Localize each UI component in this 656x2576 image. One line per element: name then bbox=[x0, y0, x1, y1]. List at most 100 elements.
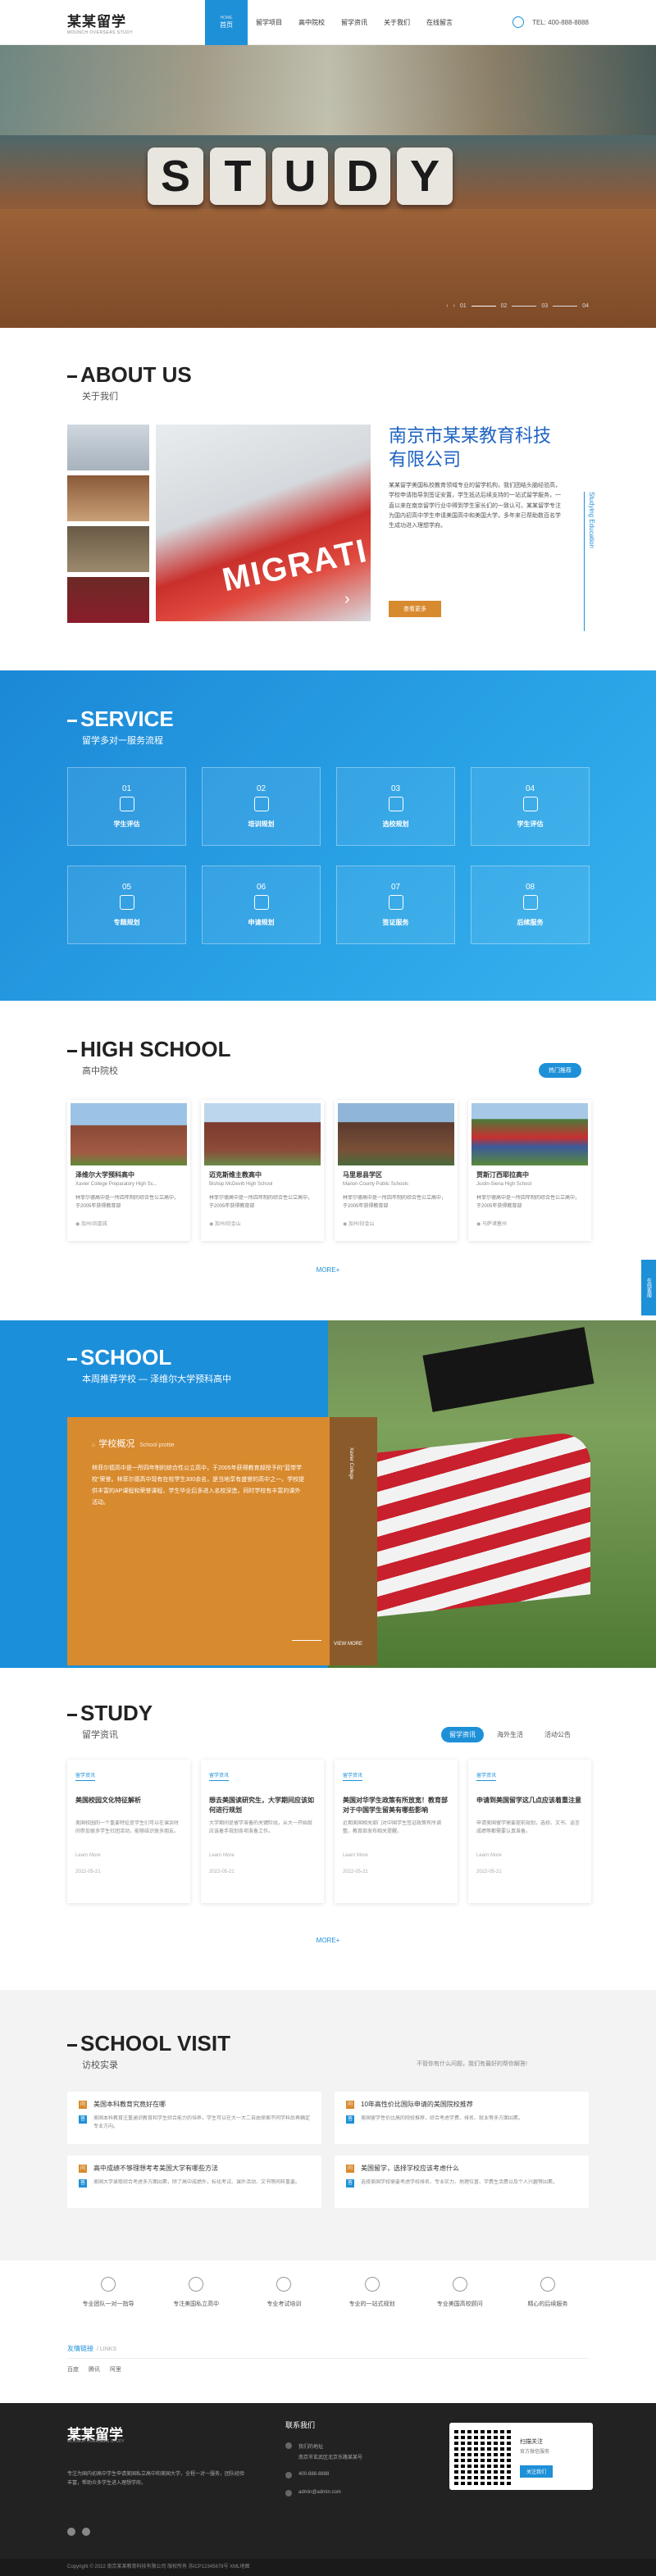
migration-stamp-image: MIGRATI bbox=[219, 532, 371, 599]
feature-label: 专业团队一对一指导 bbox=[82, 2301, 134, 2307]
contact-email-row: admin@admin.com bbox=[285, 2490, 362, 2496]
qr-title: 扫描关注 bbox=[520, 2439, 543, 2445]
service-title-cn: 留学多对一服务流程 bbox=[82, 736, 163, 746]
visit-title-en: SCHOOL VISIT bbox=[67, 2031, 230, 2056]
answer-badge: 答 bbox=[346, 2115, 354, 2124]
news-list: 留学资讯 美国校园文化特征解析 美国校园的一个重要特征是学生们可以在课余时间参加… bbox=[67, 1760, 591, 1903]
slider-dot[interactable]: 02 bbox=[501, 303, 508, 309]
qr-code-pattern bbox=[454, 2428, 512, 2485]
online-service-tab[interactable]: 在线客服 bbox=[641, 1260, 656, 1315]
service-item[interactable]: 02 培训规划 bbox=[202, 767, 321, 846]
visit-card[interactable]: 问美国本科教育究竟好在哪 答美国本科教育注重通识教育和学生综合能力的培养，学生可… bbox=[67, 2092, 321, 2144]
wechat-icon[interactable] bbox=[82, 2528, 90, 2536]
slider-pagination: ‹ › 01 02 03 04 bbox=[441, 303, 589, 309]
school-location-text: 加州/旧金山 bbox=[214, 1222, 241, 1227]
search-icon[interactable] bbox=[512, 16, 525, 28]
application-icon bbox=[253, 895, 269, 910]
feature-item: 专业考试培训 bbox=[243, 2277, 325, 2308]
highschool-card[interactable]: 迈克斯维主教高中 Bishop McDevitt High School 林菲尔… bbox=[201, 1100, 324, 1241]
school-profile-desc: 林菲尔德高中是一所四年制的综合性公立高中，于2005年获得教育部授予的"蓝带学校… bbox=[92, 1465, 305, 1506]
hot-recommend-button[interactable]: 热门推荐 bbox=[539, 1063, 581, 1078]
news-desc: 申请美国留学需要提前规划，选校、文书、语言成绩等都需要认真准备。 bbox=[476, 1821, 581, 1834]
follow-button[interactable]: 关注我们 bbox=[520, 2465, 554, 2478]
visit-card[interactable]: 问 10年高性价比国际申请的美国院校推荐 答 美国留学性价比高的院校推荐，综合考虑学… bbox=[335, 2092, 589, 2144]
header: 某某留学 MOUNCH OVERSEAS STUDY HOME 首页 留学项目 高… bbox=[0, 0, 656, 45]
service-item[interactable]: 03 选校规划 bbox=[336, 767, 455, 846]
visit-question-row: 问高中成绩不够理想考考美国大学有哪些方法 bbox=[79, 2164, 310, 2173]
weibo-icon[interactable] bbox=[67, 2528, 75, 2536]
service-item[interactable]: 06 申请规划 bbox=[202, 865, 321, 944]
view-more-button[interactable]: VIEW MORE bbox=[334, 1642, 362, 1647]
news-more-link[interactable]: Learn More bbox=[476, 1853, 583, 1858]
nav-highschool[interactable]: 高中院校 bbox=[290, 0, 333, 45]
news-card[interactable]: 留学资讯 美国对华学生政策有所放宽！教育部对于中国学生留美有哪些影响 近期美国相… bbox=[335, 1760, 458, 1903]
friend-link[interactable]: 百度 bbox=[67, 2365, 79, 2374]
nav-about[interactable]: 关于我们 bbox=[376, 0, 418, 45]
school-visit-section: SCHOOL VISIT 访校实录 不管你有什么问题，我们有最好的帮你解答! 问… bbox=[0, 1990, 656, 2260]
slider-prev-icon[interactable]: ‹ bbox=[446, 303, 448, 309]
slider-dot[interactable]: 04 bbox=[582, 303, 589, 309]
news-title: 申请到美国留学这几点应该着重注意 bbox=[476, 1797, 581, 1804]
tab-events[interactable]: 活动公告 bbox=[536, 1727, 579, 1742]
die-letter: S bbox=[148, 148, 203, 205]
question-badge: 问 bbox=[79, 2100, 87, 2109]
news-desc: 近期美国相关部门对中国学生签证政策有所调整，教育部发布相关提醒。 bbox=[343, 1821, 442, 1834]
document-icon bbox=[119, 895, 134, 910]
highschool-more-link[interactable]: MORE+ bbox=[0, 1266, 656, 1274]
slider-dot[interactable]: 03 bbox=[541, 303, 548, 309]
study-tabs: 留学资讯 海外生活 活动公告 bbox=[436, 1727, 579, 1742]
about-more-button[interactable]: 查看更多 bbox=[389, 601, 441, 618]
email-text[interactable]: admin@admin.com bbox=[298, 2490, 341, 2495]
school-profile-sub: School profile bbox=[139, 1442, 175, 1448]
tab-overseas-life[interactable]: 海外生活 bbox=[489, 1727, 531, 1742]
about-thumb-3[interactable] bbox=[67, 526, 149, 572]
nav-message[interactable]: 在线留言 bbox=[418, 0, 461, 45]
die-letter: D bbox=[335, 148, 390, 205]
about-next-icon[interactable]: › bbox=[344, 590, 356, 611]
about-thumb-2[interactable] bbox=[67, 475, 149, 521]
service-item[interactable]: 08 后续服务 bbox=[471, 865, 590, 944]
school-title-en: SCHOOL bbox=[67, 1345, 231, 1370]
news-card[interactable]: 留学资讯 申请到美国留学这几点应该着重注意 申请美国留学需要提前规划，选校、文书… bbox=[468, 1760, 591, 1903]
nav-home[interactable]: HOME 首页 bbox=[205, 0, 248, 45]
location-icon: ◉ bbox=[343, 1222, 348, 1227]
study-more-link[interactable]: MORE+ bbox=[0, 1937, 656, 1944]
visit-card[interactable]: 问美国留学，选择学校应该考虑什么 答 选择美国学校需要考虑学校排名、专业实力、地理… bbox=[335, 2156, 589, 2208]
study-title-en: STUDY bbox=[67, 1701, 153, 1726]
school-en-name: Xavier College Preparatory High Sc... bbox=[75, 1182, 157, 1187]
nav-news[interactable]: 留学资讯 bbox=[333, 0, 376, 45]
school-en-name: Justin-Siena High School bbox=[476, 1182, 532, 1187]
service-item[interactable]: 05 专题规划 bbox=[67, 865, 186, 944]
chart-icon bbox=[522, 797, 538, 811]
news-desc: 大学期间是留学准备的关键阶段，从大一开始就应该着手规划各项准备工作。 bbox=[209, 1821, 313, 1834]
service-item[interactable]: 01 学生评估 bbox=[67, 767, 186, 846]
friend-link[interactable]: 腾讯 bbox=[89, 2365, 100, 2374]
visit-question: 美国本科教育究竟好在哪 bbox=[93, 2101, 166, 2108]
nav-projects[interactable]: 留学项目 bbox=[248, 0, 290, 45]
visit-title-cn: 访校实录 bbox=[82, 2060, 118, 2070]
news-more-link[interactable]: Learn More bbox=[343, 1853, 449, 1858]
news-card[interactable]: 留学资讯 美国校园文化特征解析 美国校园的一个重要特征是学生们可以在课余时间参加… bbox=[67, 1760, 190, 1903]
slider-dot[interactable]: 01 bbox=[460, 303, 467, 309]
news-more-link[interactable]: Learn More bbox=[209, 1853, 316, 1858]
service-num: 04 bbox=[525, 784, 535, 793]
tab-study-news[interactable]: 留学资讯 bbox=[441, 1727, 484, 1742]
friend-link[interactable]: 阿里 bbox=[110, 2365, 121, 2374]
news-card[interactable]: 留学资讯 想去美国读研究生，大学期间应该如何进行规划 大学期间是留学准备的关键阶… bbox=[201, 1760, 324, 1903]
school-location: ◉ 加州/旧金山 bbox=[343, 1220, 449, 1227]
about-thumb-4[interactable] bbox=[67, 577, 149, 623]
highschool-card[interactable]: 贾斯汀西耶拉高中 Justin-Siena High School 林菲尔德高中… bbox=[468, 1100, 591, 1241]
slider-next-icon[interactable]: › bbox=[453, 303, 454, 309]
visit-answer-row: 答 美国留学性价比高的院校推荐，综合考虑学费、排名、就业等多方面因素。 bbox=[346, 2115, 577, 2132]
service-item[interactable]: 04 学生评估 bbox=[471, 767, 590, 846]
banner-books-image bbox=[0, 45, 656, 135]
highschool-card[interactable]: 泽维尔大学预科高中 Xavier College Preparatory Hig… bbox=[67, 1100, 190, 1241]
logo[interactable]: 某某留学 MOUNCH OVERSEAS STUDY bbox=[67, 10, 149, 35]
visit-card[interactable]: 问高中成绩不够理想考考美国大学有哪些方法 答 美国大学录取综合考虑多方面因素，除了… bbox=[67, 2156, 321, 2208]
news-category: 留学资讯 bbox=[75, 1771, 96, 1781]
about-thumb-1[interactable] bbox=[67, 425, 149, 470]
news-more-link[interactable]: Learn More bbox=[75, 1853, 182, 1858]
service-item[interactable]: 07 签证服务 bbox=[336, 865, 455, 944]
highschool-card[interactable]: 马里恩县学区 Marion County Public Schools 林菲尔德… bbox=[335, 1100, 458, 1241]
footer: 某某留学 MOUNCH OVERSEAS STUDY 专注为国内初高中学生申请美… bbox=[0, 2403, 656, 2559]
